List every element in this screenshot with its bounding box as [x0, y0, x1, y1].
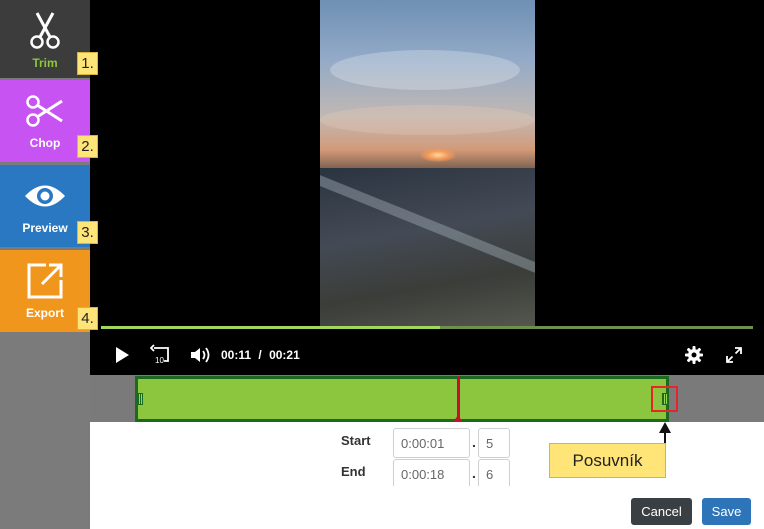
scissors-icon [0, 6, 90, 56]
video-frame [320, 0, 535, 326]
cancel-button[interactable]: Cancel [631, 498, 692, 525]
end-time-input[interactable]: 0:00:18 [393, 459, 470, 489]
end-fraction-input[interactable]: 6 [478, 459, 510, 489]
step-marker-3: 3. [77, 221, 98, 244]
end-label: End [341, 464, 366, 479]
callout-arrow-head [659, 422, 671, 433]
slider-callout: Posuvník [549, 443, 666, 478]
export-icon [0, 256, 90, 306]
fullscreen-icon [726, 347, 742, 363]
export-label: Export [25, 306, 64, 320]
preview-label: Preview [22, 221, 68, 235]
start-decimal-separator: . [472, 434, 476, 450]
start-label: Start [341, 433, 371, 448]
rewind-badge: 10 [155, 356, 164, 365]
rewind-10-button[interactable]: 10 [150, 342, 172, 368]
step-marker-4: 4. [77, 307, 98, 330]
current-time: 00:11 [221, 348, 252, 362]
video-player[interactable]: 10 00:11 / 00:21 [90, 0, 764, 375]
fullscreen-button[interactable] [724, 342, 744, 368]
seek-bar[interactable] [101, 326, 753, 329]
step-marker-1: 1. [77, 52, 98, 75]
step-marker-2: 2. [77, 135, 98, 158]
rewind-10-icon: 10 [150, 344, 169, 365]
volume-button[interactable] [190, 342, 212, 368]
end-decimal-separator: . [472, 465, 476, 481]
eye-icon [0, 171, 90, 221]
play-button[interactable] [112, 342, 132, 368]
time-display: 00:11 / 00:21 [221, 348, 300, 362]
playhead-marker [454, 415, 462, 421]
start-fraction-input[interactable]: 5 [478, 428, 510, 458]
duration: 00:21 [269, 348, 300, 362]
trim-timeline[interactable] [135, 376, 669, 422]
settings-icon [685, 346, 703, 364]
time-separator: / [258, 348, 262, 362]
trim-start-handle[interactable] [137, 393, 143, 405]
tool-sidebar: Trim Chop Preview Export [0, 0, 90, 529]
play-icon [116, 347, 129, 363]
start-time-input[interactable]: 0:00:01 [393, 428, 470, 458]
save-button[interactable]: Save [702, 498, 751, 525]
scissors-icon [0, 86, 90, 136]
volume-icon [191, 347, 210, 363]
seek-bar-progress [101, 326, 441, 329]
chop-label: Chop [29, 136, 61, 150]
settings-button[interactable] [684, 342, 704, 368]
trim-label: Trim [32, 56, 58, 70]
slider-highlight [651, 386, 678, 412]
